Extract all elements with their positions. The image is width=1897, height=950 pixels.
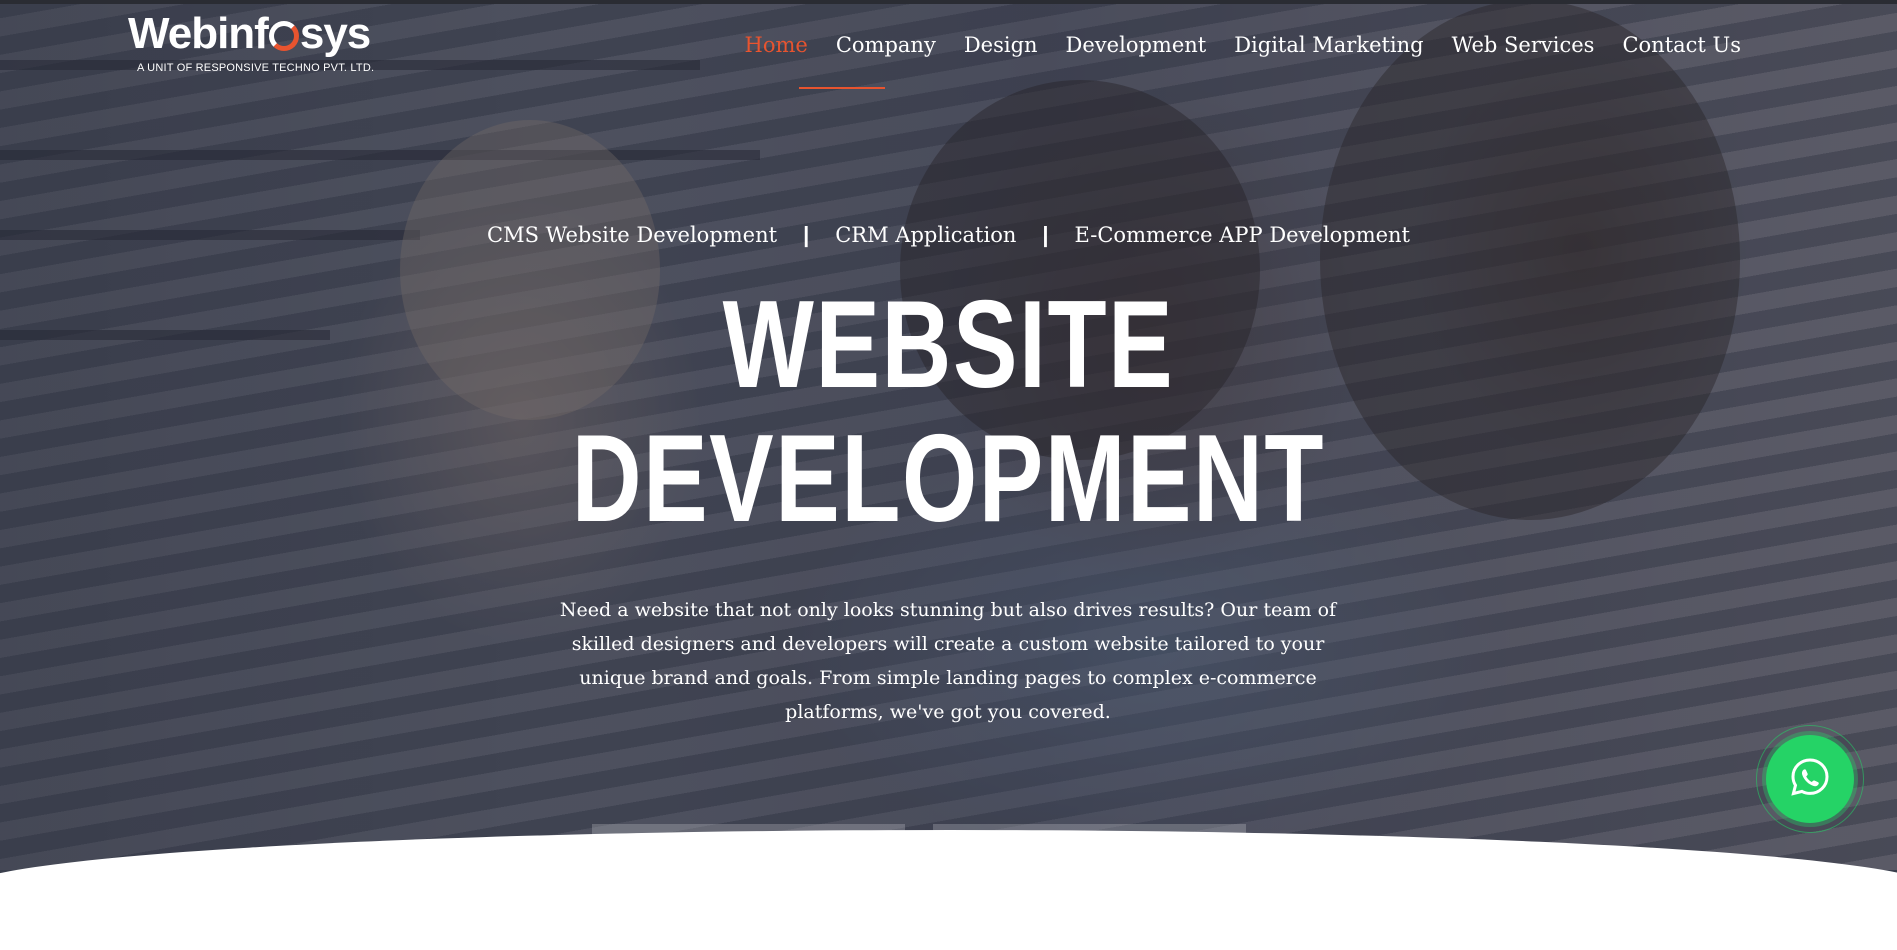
headline-line2: DEVELOPMENT <box>571 410 1326 548</box>
service-ecommerce[interactable]: E-Commerce APP Development <box>1075 223 1410 247</box>
service-separator: | <box>1042 222 1049 247</box>
headline-line1: WEBSITE <box>722 276 1175 414</box>
service-cms[interactable]: CMS Website Development <box>487 223 777 247</box>
service-crm[interactable]: CRM Application <box>835 223 1016 247</box>
logo-wordmark: Webinf sys <box>128 12 378 56</box>
whatsapp-button[interactable] <box>1766 735 1854 823</box>
nav-item-design[interactable]: Design <box>950 28 1052 62</box>
logo-text-part2: sys <box>299 9 371 58</box>
hero-headline: WEBSITE DEVELOPMENT <box>209 278 1689 546</box>
logo-tagline: A UNIT OF RESPONSIVE TECHNO PVT. LTD. <box>137 62 375 74</box>
services-list: CMS Website Development | CRM Applicatio… <box>0 222 1897 248</box>
hero-description: Need a website that not only looks stunn… <box>559 599 1337 723</box>
site-logo[interactable]: Webinf sys A UNIT OF RESPONSIVE TECHNO PV… <box>128 12 378 82</box>
logo-text-part1: Webinf <box>128 9 269 58</box>
nav-item-company[interactable]: Company <box>822 28 950 62</box>
hero-bottom-curve <box>0 830 1897 950</box>
nav-item-contact-us[interactable]: Contact Us <box>1608 28 1755 62</box>
top-strip <box>0 0 1897 4</box>
whatsapp-icon <box>1788 755 1832 803</box>
nav-item-home[interactable]: Home <box>731 28 822 62</box>
nav-item-development[interactable]: Development <box>1052 28 1221 62</box>
logo-o-icon <box>268 21 299 51</box>
nav-item-web-services[interactable]: Web Services <box>1438 28 1609 62</box>
nav-item-digital-marketing[interactable]: Digital Marketing <box>1220 28 1437 62</box>
service-separator: | <box>803 222 810 247</box>
main-nav: Home Company Design Development Digital … <box>731 28 1755 62</box>
nav-active-underline <box>799 87 885 89</box>
